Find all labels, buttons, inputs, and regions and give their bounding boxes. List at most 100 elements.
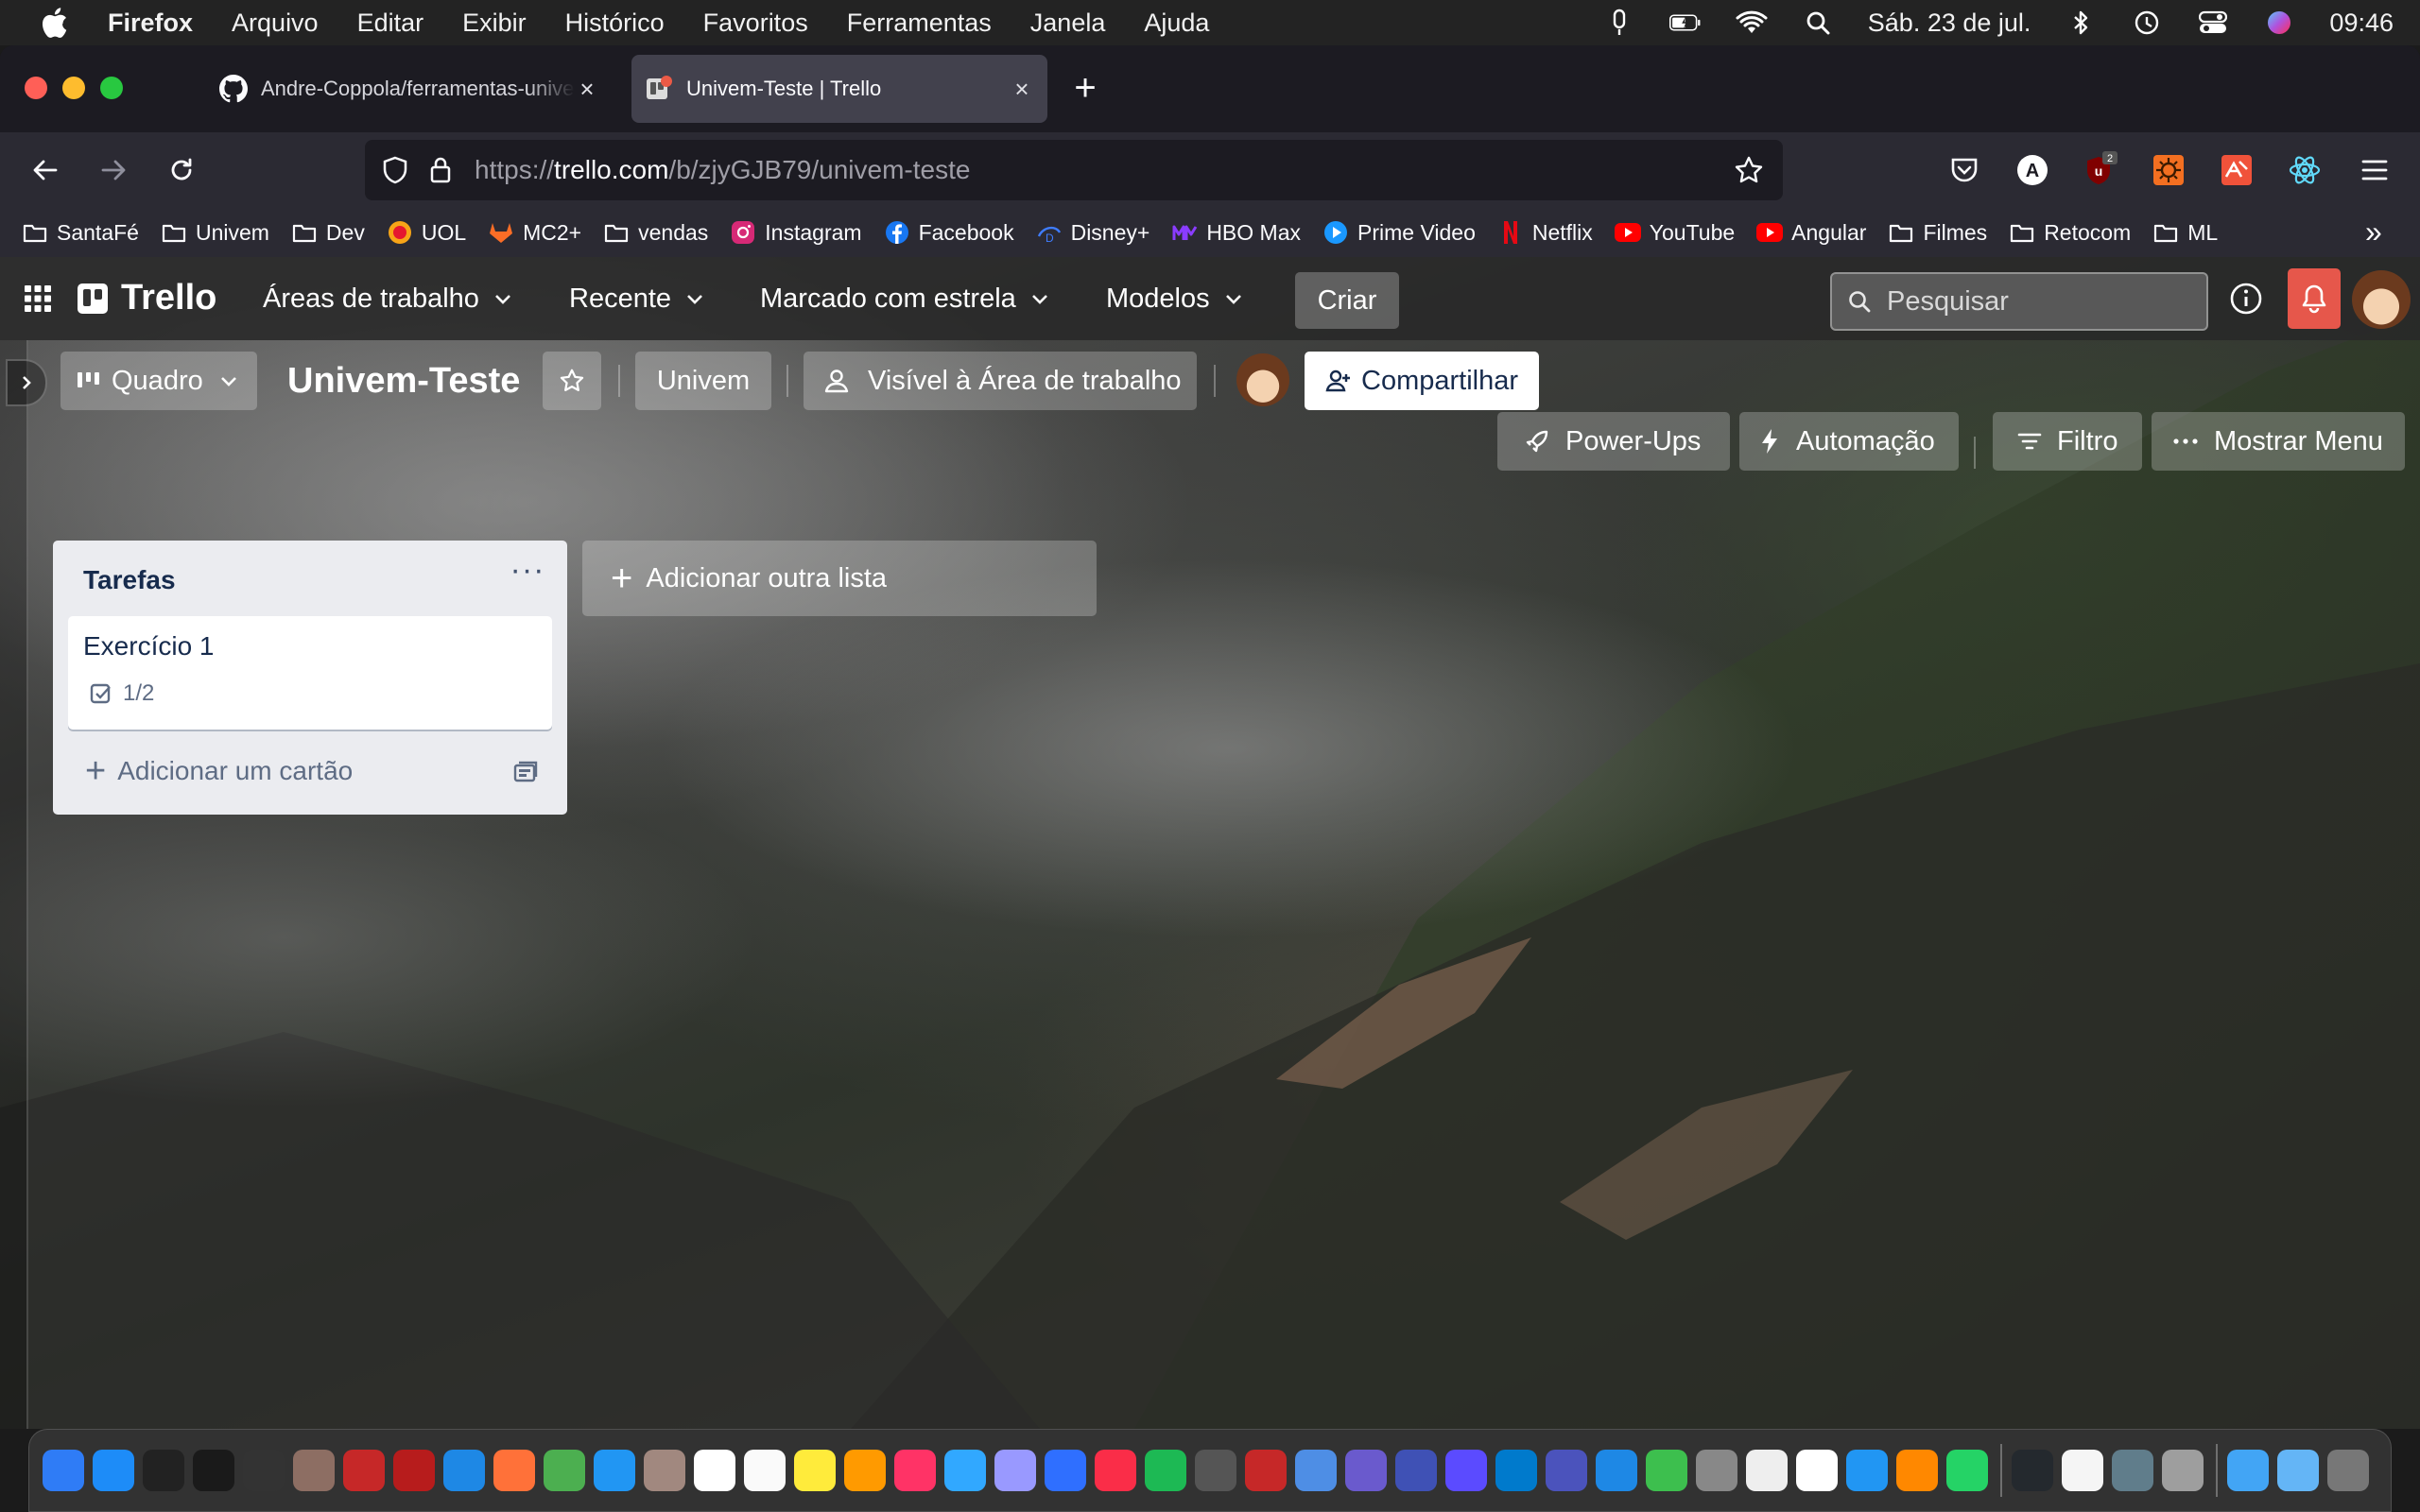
dock-app-icon[interactable]	[1696, 1450, 1737, 1491]
bookmark-filmes[interactable]: Filmes	[1887, 218, 1987, 247]
add-card-button[interactable]: + Adicionar um cartão	[85, 753, 353, 789]
extension-translate-icon[interactable]	[2216, 149, 2257, 191]
bookmark-facebook[interactable]: Facebook	[883, 218, 1014, 247]
filter-button[interactable]: Filtro	[1993, 412, 2142, 471]
dock-app-icon[interactable]	[393, 1450, 435, 1491]
dock-app-icon[interactable]	[694, 1450, 735, 1491]
dock-app-icon[interactable]	[1896, 1450, 1938, 1491]
show-menu-button[interactable]: Mostrar Menu	[2152, 412, 2405, 471]
extension-sun-icon[interactable]	[2148, 149, 2189, 191]
bookmarks-overflow-chevron-icon[interactable]: »	[2365, 216, 2397, 249]
bookmark-angular[interactable]: Angular	[1755, 218, 1866, 247]
react-devtools-icon[interactable]	[2284, 149, 2325, 191]
card[interactable]: Exercício 1 1/2	[68, 616, 552, 730]
dock-app-icon[interactable]	[1546, 1450, 1587, 1491]
dock-app-icon[interactable]	[1495, 1450, 1537, 1491]
dock-app-icon[interactable]	[1245, 1450, 1287, 1491]
zoom-window-button[interactable]	[100, 77, 123, 99]
recent-menu[interactable]: Recente	[569, 278, 705, 319]
dock-app-icon[interactable]	[43, 1450, 84, 1491]
menu-ajuda[interactable]: Ajuda	[1144, 9, 1209, 38]
dock-app-icon[interactable]	[2327, 1450, 2369, 1491]
tracking-shield-icon[interactable]	[376, 151, 414, 189]
bookmark-disney[interactable]: D Disney+	[1035, 218, 1150, 247]
bookmark-ml[interactable]: ML	[2152, 218, 2218, 247]
dock-app-icon[interactable]	[1345, 1450, 1387, 1491]
starred-menu[interactable]: Marcado com estrela	[760, 278, 1050, 319]
bookmark-retocom[interactable]: Retocom	[2008, 218, 2131, 247]
new-tab-button[interactable]: +	[1068, 69, 1102, 107]
dock-app-icon[interactable]	[1195, 1450, 1236, 1491]
siri-icon[interactable]	[2263, 9, 2295, 37]
minimize-window-button[interactable]	[62, 77, 85, 99]
dock-app-icon[interactable]	[343, 1450, 385, 1491]
menu-arquivo[interactable]: Arquivo	[232, 9, 319, 38]
dock-app-icon[interactable]	[2012, 1450, 2053, 1491]
notifications-bell-button[interactable]	[2288, 268, 2341, 329]
dock-app-icon[interactable]	[2277, 1450, 2319, 1491]
bluetooth-icon[interactable]	[2065, 9, 2097, 37]
bookmark-vendas[interactable]: vendas	[602, 218, 708, 247]
apple-icon[interactable]	[40, 7, 74, 39]
bookmark-univem[interactable]: Univem	[160, 218, 269, 247]
dock-app-icon[interactable]	[794, 1450, 836, 1491]
account-a-icon[interactable]: A	[2012, 149, 2053, 191]
dock-app-icon[interactable]	[944, 1450, 986, 1491]
menu-editar[interactable]: Editar	[357, 9, 424, 38]
bookmark-youtube[interactable]: YouTube	[1614, 218, 1735, 247]
dock-app-icon[interactable]	[744, 1450, 786, 1491]
automation-button[interactable]: Automação	[1739, 412, 1959, 471]
dock-app-icon[interactable]	[443, 1450, 485, 1491]
user-avatar[interactable]	[2352, 270, 2411, 329]
bookmark-uol[interactable]: UOL	[386, 218, 466, 247]
templates-menu[interactable]: Modelos	[1106, 278, 1244, 319]
power-ups-button[interactable]: Power-Ups	[1497, 412, 1730, 471]
time-machine-icon[interactable]	[2131, 9, 2163, 37]
dock-app-icon[interactable]	[2062, 1450, 2103, 1491]
dock-app-icon[interactable]	[1746, 1450, 1788, 1491]
dock-app-icon[interactable]	[544, 1450, 585, 1491]
address-bar[interactable]: https://trello.com/b/zjyGJB79/univem-tes…	[365, 140, 1783, 200]
list-title[interactable]: Tarefas	[83, 565, 176, 595]
bookmark-dev[interactable]: Dev	[290, 218, 365, 247]
dock-app-icon[interactable]	[844, 1450, 886, 1491]
menu-app-name[interactable]: Firefox	[108, 9, 193, 38]
dock-app-icon[interactable]	[1045, 1450, 1086, 1491]
dock-app-icon[interactable]	[1295, 1450, 1337, 1491]
bookmark-star-icon[interactable]	[1730, 151, 1768, 189]
close-window-button[interactable]	[25, 77, 47, 99]
dock-app-icon[interactable]	[994, 1450, 1036, 1491]
workspaces-menu[interactable]: Áreas de trabalho	[263, 278, 513, 319]
board-view-switcher[interactable]: Quadro	[60, 352, 257, 410]
star-board-button[interactable]	[543, 352, 601, 410]
dock-app-icon[interactable]	[894, 1450, 936, 1491]
dock-app-icon[interactable]	[1796, 1450, 1838, 1491]
spotlight-search-icon[interactable]	[1802, 9, 1834, 37]
menu-historico[interactable]: Histórico	[565, 9, 665, 38]
dock-app-icon[interactable]	[293, 1450, 335, 1491]
dock-app-icon[interactable]	[493, 1450, 535, 1491]
create-from-template-icon[interactable]	[512, 760, 539, 786]
wifi-icon[interactable]	[1736, 9, 1768, 37]
board-member-avatar[interactable]	[1236, 353, 1289, 406]
bookmark-prime-video[interactable]: Prime Video	[1322, 218, 1476, 247]
ublock-icon[interactable]: u2	[2080, 149, 2121, 191]
close-tab-icon[interactable]: ×	[1010, 75, 1034, 103]
dock-app-icon[interactable]	[1445, 1450, 1487, 1491]
search-input[interactable]: Pesquisar	[1830, 272, 2208, 331]
menu-exibir[interactable]: Exibir	[462, 9, 527, 38]
add-list-button[interactable]: + Adicionar outra lista	[582, 541, 1097, 616]
lock-icon[interactable]	[422, 151, 459, 189]
microphone-icon[interactable]	[1603, 9, 1635, 37]
bookmark-hbo-max[interactable]: HBO Max	[1170, 218, 1301, 247]
dock-app-icon[interactable]	[243, 1450, 285, 1491]
trello-logo[interactable]: Trello	[78, 278, 216, 318]
create-button[interactable]: Criar	[1295, 272, 1399, 329]
menu-ferramentas[interactable]: Ferramentas	[847, 9, 992, 38]
dock-app-icon[interactable]	[1596, 1450, 1637, 1491]
dock-app-icon[interactable]	[1395, 1450, 1437, 1491]
tab-github[interactable]: Andre-Coppola/ferramentas-univem ×	[206, 55, 613, 123]
share-button[interactable]: Compartilhar	[1305, 352, 1539, 410]
bookmark-netflix[interactable]: Netflix	[1496, 218, 1593, 247]
list-tarefas[interactable]: Tarefas ··· Exercício 1 1/2 + Adicionar …	[53, 541, 567, 815]
